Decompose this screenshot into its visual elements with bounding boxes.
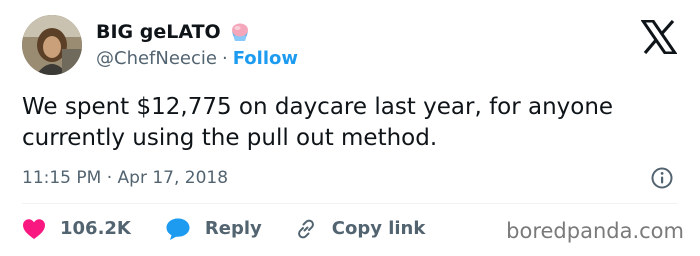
tweet-card: BIG geLATO @ChefNeecie · Follow We spent…	[0, 0, 700, 256]
like-button[interactable]: 106.2K	[22, 218, 131, 240]
follow-button[interactable]: Follow	[233, 48, 298, 70]
x-logo-icon[interactable]	[640, 19, 678, 55]
reply-label: Reply	[204, 218, 262, 239]
watermark: boredpanda.com	[506, 219, 684, 243]
divider	[22, 203, 678, 204]
avatar-photo	[22, 15, 82, 75]
display-name[interactable]: BIG geLATO	[96, 21, 221, 43]
heart-icon	[22, 218, 46, 240]
avatar[interactable]	[22, 15, 82, 75]
info-icon[interactable]	[650, 166, 674, 190]
like-count: 106.2K	[60, 218, 131, 239]
copy-link-label: Copy link	[331, 218, 426, 239]
separator-dot: ·	[221, 48, 228, 69]
author-name-row: BIG geLATO	[96, 21, 251, 43]
reply-button[interactable]: Reply	[165, 217, 262, 241]
link-icon	[294, 217, 318, 241]
tweet-timestamp[interactable]: 11:15 PM · Apr 17, 2018	[22, 167, 228, 189]
tweet-text: We spent $12,775 on daycare last year, f…	[22, 94, 614, 151]
speech-bubble-icon	[165, 217, 191, 241]
author-handle[interactable]: @ChefNeecie	[96, 48, 217, 70]
copy-link-button[interactable]: Copy link	[294, 217, 426, 241]
shaved-ice-icon	[229, 21, 251, 43]
author-handle-row: @ChefNeecie · Follow	[96, 48, 298, 70]
action-bar: 106.2K Reply Copy link	[22, 215, 425, 243]
